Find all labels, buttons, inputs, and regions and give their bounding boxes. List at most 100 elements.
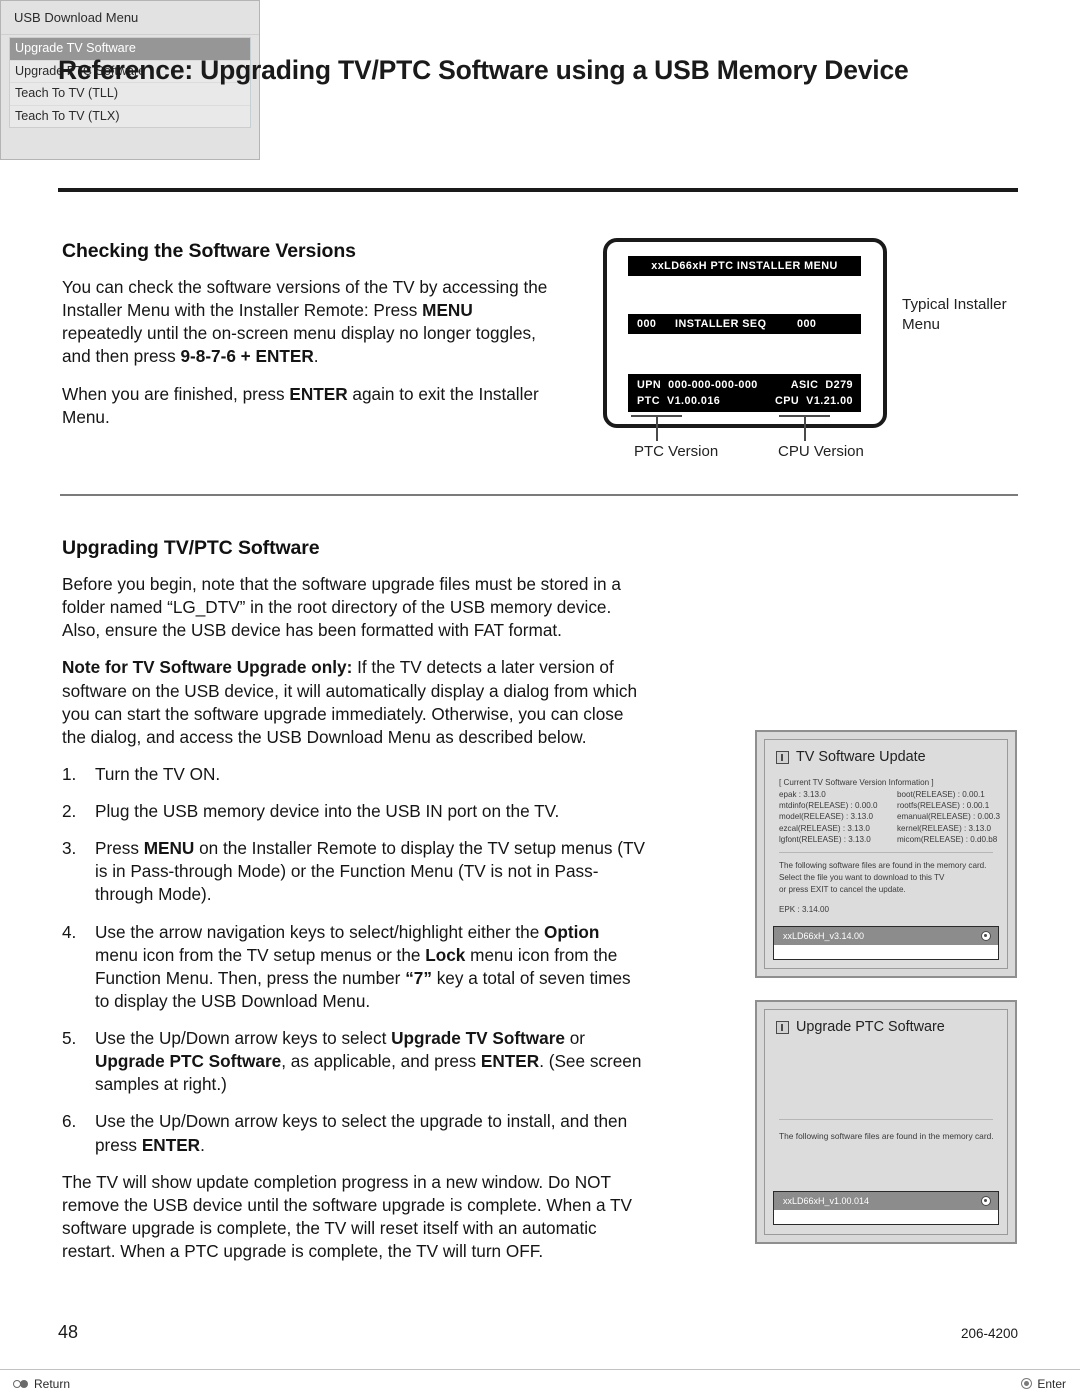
upgrading-note-label: Note for TV Software Upgrade only: [62,657,353,678]
tv-update-instructions: The following software files are found i… [779,860,1007,896]
cpu-label: CPU [775,395,800,407]
step-text: Plug the USB memory device into the USB … [95,801,560,821]
section-divider-rule [60,494,1018,496]
installer-versions-bar: UPN 000-000-000-000 ASIC D279 PTC V1.00.016… [628,374,861,412]
cv-p1-e: . [313,346,319,367]
ptc-value: V1.00.016 [666,395,721,407]
version-left-4: lgfont(RELEASE) : 3.13.0 [779,834,871,844]
info-icon [776,1020,789,1034]
installer-menu-title-bar: xxLD66xH PTC INSTALLER MENU [628,256,861,276]
step-text: Use the Up/Down arrow keys to select Upg… [95,1028,642,1095]
tv-software-update-dialog: TV Software Update [ Current TV Software… [764,739,1008,969]
tv-update-file-item-selected[interactable]: xxLD66xH_v3.14.00 [774,927,998,945]
info-icon [776,750,789,764]
step-number: 2. [62,801,77,821]
installer-menu-illustration: xxLD66xH PTC INSTALLER MENU 000 INSTALLER… [603,238,887,428]
tv-update-note-line-1: The following software files are found i… [779,860,987,870]
step-text: Use the arrow navigation keys to select/… [95,921,631,1011]
version-left-1: mtdinfo(RELEASE) : 0.00.0 [779,801,878,811]
checking-versions-heading: Checking the Software Versions [62,240,356,262]
asic-value: D279 [825,379,853,391]
page-title: Reference: Upgrading TV/PTC Software usi… [58,55,909,85]
radio-selected-icon [981,1196,991,1206]
upn-label: UPN [637,379,662,391]
step-text: Use the Up/Down arrow keys to select the… [95,1111,628,1155]
version-info-header: [ Current TV Software Version Informatio… [779,778,934,787]
tv-update-file-list: xxLD66xH_v3.14.00 [773,926,999,960]
tv-software-update-title-row: TV Software Update [765,740,1007,765]
version-right-2: emanual(RELEASE) : 0.00.3 [897,812,1001,822]
upgrading-note-paragraph: Note for TV Software Upgrade only: If th… [62,656,647,749]
ptc-update-instructions: The following software files are found i… [779,1130,1007,1143]
enter-label: Enter [1037,1376,1066,1391]
checking-versions-section: Checking the Software Versions You can c… [62,240,557,429]
upgrade-steps-list: 1. Turn the TV ON. 2. Plug the USB memory … [62,763,647,1157]
upn-value: 000-000-000-000 [668,379,758,391]
enter-icon [1021,1378,1033,1389]
upgrade-ptc-title: Upgrade PTC Software [796,1019,945,1035]
ptc-version-leader-line [656,415,658,441]
usb-download-menu-title: USB Download Menu [1,1,259,35]
tv-version-information-block: [ Current TV Software Version Informatio… [779,777,1007,845]
installer-upn-row: UPN 000-000-000-000 ASIC D279 [637,377,853,393]
cv-p1-a: You can check the software versions of t… [62,277,548,321]
ptc-label: PTC [637,395,660,407]
ptc-update-file-item-selected[interactable]: xxLD66xH_v1.00.014 [774,1192,998,1210]
step-text: Press MENU on the Installer Remote to di… [95,838,645,905]
return-icon [13,1379,29,1389]
cpu-value: V1.21.00 [806,395,853,407]
tv-update-divider [779,851,993,853]
tv-update-note-line-3: or press EXIT to cancel the update. [779,885,906,895]
upgrading-closing-paragraph: The TV will show update completion progr… [62,1171,633,1261]
cv-p1-code-key: 9-8-7-6 + ENTER [180,346,314,367]
checking-versions-paragraph-2: When you are finished, press ENTER again… [62,383,557,429]
list-item: 4. Use the arrow navigation keys to selec… [62,921,647,1014]
step-number: 5. [62,1028,77,1048]
list-item: 5. Use the Up/Down arrow keys to select U… [62,1027,647,1096]
checking-versions-paragraph-1: You can check the software versions of t… [62,276,557,369]
footer-document-code: 206-4200 [960,1326,1018,1341]
version-left-3: ezcal(RELEASE) : 3.13.0 [779,823,870,833]
list-item: 3. Press MENU on the Installer Remote to … [62,837,647,906]
ptc-update-note-line-1: The following software files are found i… [779,1131,994,1141]
upgrading-software-heading: Upgrading TV/PTC Software [62,537,320,559]
cv-p2-a: When you are finished, press [62,383,290,404]
return-button[interactable]: Return [13,1377,70,1391]
step-text: Turn the TV ON. [95,763,221,784]
installer-seq-left-value: 000 [637,318,657,330]
ptc-update-file-name: xxLD66xH_v1.00.014 [783,1196,870,1206]
installer-seq-label: INSTALLER SEQ [675,318,767,330]
enter-button[interactable]: Enter [1021,1377,1066,1391]
tv-update-note-line-2: Select the file you want to download to … [779,873,945,883]
radio-selected-icon [981,931,991,941]
ptc-update-file-list: xxLD66xH_v1.00.014 [773,1191,999,1225]
cpu-version-caption: CPU Version [778,443,864,460]
installer-ptc-cpu-row: PTC V1.00.016 CPU V1.21.00 [637,393,853,409]
usb-download-menu-footer: Return Enter [0,1369,1080,1397]
step-number: 4. [62,921,77,942]
upgrading-paragraph-1: Before you begin, note that the software… [62,574,621,641]
tv-software-update-title: TV Software Update [796,749,926,765]
version-left-0: epak : 3.13.0 [779,790,826,800]
upgrade-ptc-software-screenshot: Upgrade PTC Software The following softw… [755,1000,1017,1244]
tv-update-file-name: xxLD66xH_v3.14.00 [783,931,865,941]
version-right-1: rootfs(RELEASE) : 0.00.1 [897,801,990,811]
ptc-update-divider [779,1119,993,1120]
cv-p2-enter-key: ENTER [289,383,348,404]
usb-menu-item-teach-to-tv-tlx[interactable]: Teach To TV (TLX) [10,106,250,128]
version-right-4: micom(RELEASE) : 0.d0.b8 [897,834,998,844]
step-number: 1. [62,763,77,784]
asic-label: ASIC [790,379,819,391]
tv-update-epk-value: EPK : 3.14.00 [779,905,829,915]
version-right-0: boot(RELEASE) : 0.00.1 [897,790,985,800]
installer-seq-bar: 000 INSTALLER SEQ 000 [628,314,861,334]
header-divider-rule [58,188,1018,192]
footer-page-number: 48 [58,1322,79,1342]
step-number: 6. [62,1111,77,1132]
list-item: 2. Plug the USB memory device into the US… [62,800,647,823]
list-item: 6. Use the Up/Down arrow keys to select t… [62,1110,647,1156]
upgrade-ptc-software-dialog: Upgrade PTC Software The following softw… [764,1009,1008,1235]
tv-software-update-screenshot: TV Software Update [ Current TV Software… [755,730,1017,978]
cv-p1-menu-key: MENU [422,300,473,321]
installer-seq-right-value: 000 [797,318,817,330]
